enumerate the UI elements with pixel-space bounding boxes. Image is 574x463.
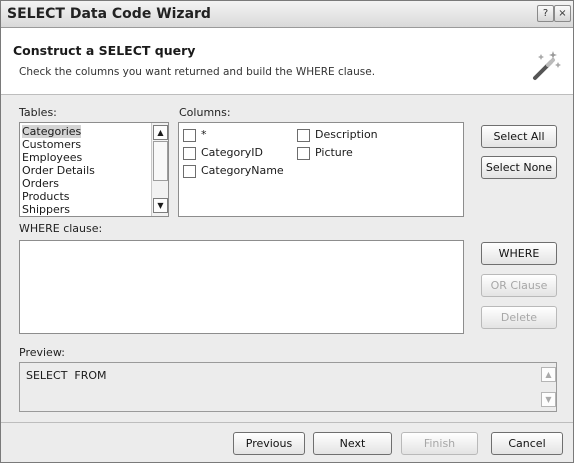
where-clause-box[interactable] [19, 240, 464, 334]
magic-wand-icon [533, 51, 561, 80]
title-bar: SELECT Data Code Wizard ? × [1, 1, 573, 28]
delete-button[interactable]: Delete [481, 306, 557, 329]
column-checkbox[interactable] [297, 129, 310, 142]
scroll-thumb[interactable] [153, 141, 168, 181]
column-label: CategoryID [201, 146, 263, 159]
help-icon[interactable]: ? [537, 5, 554, 22]
column-checkbox[interactable] [183, 147, 196, 160]
table-item[interactable]: Shippers [22, 203, 70, 216]
preview-text: SELECT FROM [26, 369, 107, 382]
finish-button[interactable]: Finish [401, 432, 478, 455]
header-subtitle: Check the columns you want returned and … [19, 66, 376, 78]
preview-label: Preview: [19, 346, 65, 359]
columns-label: Columns: [179, 106, 231, 119]
scroll-up-icon[interactable]: ▲ [153, 125, 168, 140]
column-checkbox[interactable] [297, 147, 310, 160]
column-label: CategoryName [201, 164, 284, 177]
wizard-window: SELECT Data Code Wizard ? × Construct a … [0, 0, 574, 463]
table-item[interactable]: Employees [22, 151, 82, 164]
column-checkbox[interactable] [183, 165, 196, 178]
footer-divider [1, 422, 573, 423]
where-button[interactable]: WHERE [481, 242, 557, 265]
table-item[interactable]: Categories [22, 125, 82, 138]
columns-panel: * CategoryID CategoryName Description Pi… [178, 122, 464, 217]
table-item[interactable]: Customers [22, 138, 81, 151]
tables-listbox[interactable]: Categories Customers Employees Order Det… [19, 122, 169, 217]
column-label: Description [315, 128, 378, 141]
table-item[interactable]: Order Details [22, 164, 95, 177]
select-all-button[interactable]: Select All [481, 125, 557, 148]
table-item[interactable]: Products [22, 190, 70, 203]
tables-scrollbar[interactable]: ▲ ▼ [151, 123, 168, 216]
scroll-down-icon[interactable]: ▼ [153, 198, 168, 213]
close-icon[interactable]: × [554, 5, 571, 22]
column-checkbox[interactable] [183, 129, 196, 142]
cancel-button[interactable]: Cancel [491, 432, 563, 455]
previous-button[interactable]: Previous [233, 432, 305, 455]
scroll-down-icon[interactable]: ▼ [541, 392, 556, 407]
select-none-button[interactable]: Select None [481, 156, 557, 179]
header-title: Construct a SELECT query [13, 43, 196, 58]
wizard-header: Construct a SELECT query Check the colum… [1, 28, 573, 95]
column-label: * [201, 128, 207, 141]
preview-scrollbar[interactable]: ▲ ▼ [540, 363, 556, 411]
table-item[interactable]: Orders [22, 177, 59, 190]
next-button[interactable]: Next [313, 432, 392, 455]
column-label: Picture [315, 146, 353, 159]
or-clause-button[interactable]: OR Clause [481, 274, 557, 297]
window-title: SELECT Data Code Wizard [7, 6, 211, 22]
where-label: WHERE clause: [19, 222, 103, 235]
tables-label: Tables: [19, 106, 57, 119]
scroll-up-icon[interactable]: ▲ [541, 367, 556, 382]
preview-box: SELECT FROM ▲ ▼ [19, 362, 557, 412]
